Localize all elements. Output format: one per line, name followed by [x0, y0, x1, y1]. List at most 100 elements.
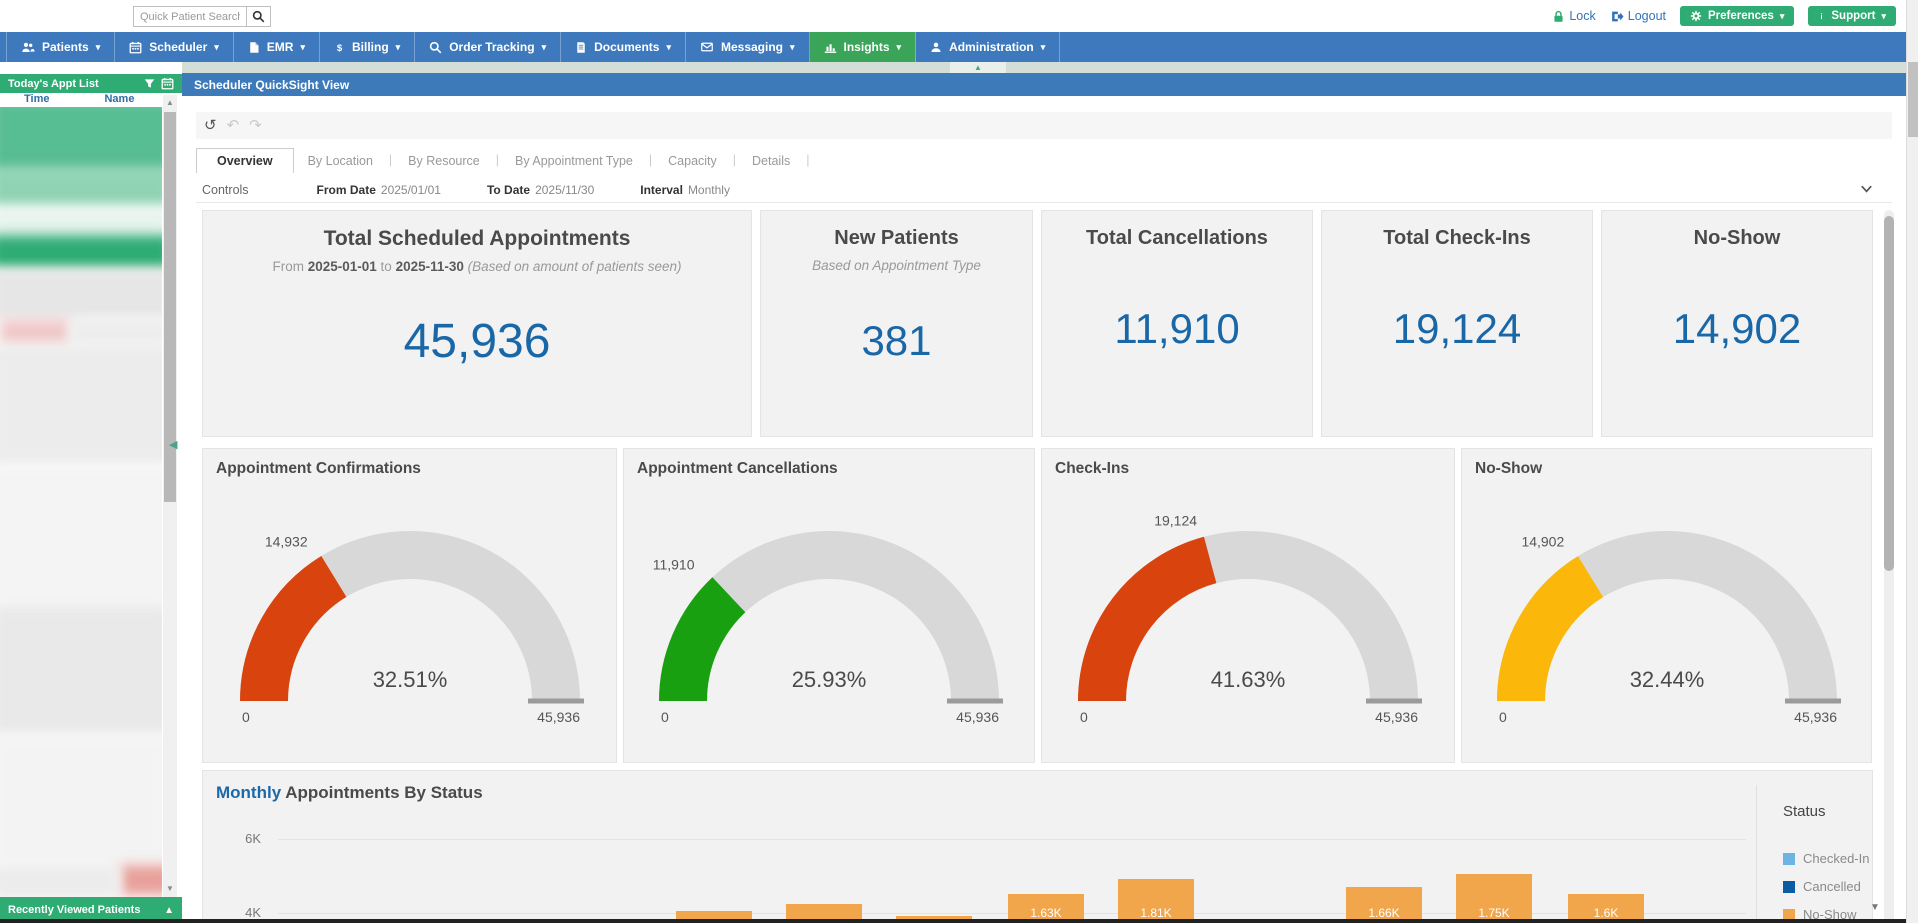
sidebar-scrollbar[interactable]: ▲ ▼ [163, 95, 177, 897]
nav-item-messaging[interactable]: Messaging▾ [686, 32, 810, 62]
nav-item-patients[interactable]: Patients▾ [6, 32, 115, 62]
search-input[interactable] [133, 6, 246, 27]
dashboard-scrollbar[interactable] [1884, 210, 1894, 923]
to-date-value[interactable]: 2025/11/30 [535, 183, 594, 197]
search-button[interactable] [246, 6, 271, 27]
appt-list-column-headers: Time Name [0, 93, 160, 107]
from-date-control[interactable]: From Date 2025/01/01 [317, 183, 441, 197]
gauge-chart: 32.51%14,932045,936 [200, 449, 620, 729]
nav-item-documents[interactable]: Documents▾ [561, 32, 686, 62]
chevron-down-icon: ▾ [790, 43, 795, 52]
interval-control[interactable]: IntervalMonthly [640, 183, 730, 197]
legend-divider [1756, 785, 1757, 923]
chart-title-interval: Monthly [216, 783, 281, 802]
quick-patient-search [133, 6, 271, 27]
scroll-down-icon[interactable]: ▼ [1870, 902, 1880, 913]
appt-list-header: Today's Appt List [0, 74, 182, 93]
search-icon [429, 41, 442, 54]
nav-item-label: Documents [594, 40, 659, 54]
nav-item-scheduler[interactable]: Scheduler▾ [115, 32, 234, 62]
controls-collapse-chevron[interactable] [1859, 181, 1874, 196]
reset-icon[interactable]: ↺ [204, 118, 217, 133]
page-scrollbar[interactable] [1906, 0, 1918, 923]
chevron-down-icon: ▾ [1881, 12, 1886, 21]
nav-item-label: Scheduler [149, 40, 207, 54]
nav-item-label: Order Tracking [449, 40, 534, 54]
tab-capacity[interactable]: Capacity [654, 149, 731, 173]
dashboard-scrollbar-thumb[interactable] [1884, 216, 1894, 571]
tab-by-location[interactable]: By Location [294, 149, 387, 173]
preferences-button[interactable]: Preferences ▾ [1680, 6, 1794, 26]
calendar-icon [129, 41, 142, 54]
chart-title: Monthly Appointments By Status [216, 783, 483, 803]
nav-item-emr[interactable]: EMR▾ [234, 32, 320, 62]
gauge-card-appointment-cancellations: Appointment Cancellations25.93%11,910045… [623, 448, 1035, 763]
calendar-icon[interactable] [161, 77, 174, 90]
logout-link[interactable]: Logout [1610, 9, 1666, 23]
document-icon [575, 41, 587, 54]
recently-viewed-label: Recently Viewed Patients [8, 904, 140, 916]
legend-label: Cancelled [1803, 879, 1861, 894]
logout-label: Logout [1628, 9, 1666, 23]
nav-item-billing[interactable]: $Billing▾ [320, 32, 415, 62]
kpi-value: 381 [861, 273, 931, 408]
chevron-up-icon: ▲ [974, 63, 982, 72]
kpi-title: New Patients [834, 227, 958, 250]
users-icon [21, 41, 35, 54]
controls-row: Controls From Date2025/01/01 To Date2025… [196, 178, 1892, 203]
kpi-title: Total Scheduled Appointments [324, 227, 631, 251]
tab-overview[interactable]: Overview [196, 148, 294, 173]
legend-swatch [1783, 881, 1795, 893]
bar-value-label: 1.75K [1456, 906, 1532, 920]
scroll-up-icon[interactable]: ▲ [163, 98, 177, 107]
redo-icon[interactable]: ↷ [249, 118, 262, 133]
interval-value[interactable]: Monthly [688, 183, 730, 197]
legend-title: Status [1783, 803, 1826, 820]
gauge-chart: 41.63%19,124045,936 [1038, 449, 1458, 729]
filter-icon[interactable] [144, 78, 155, 89]
column-name[interactable]: Name [104, 93, 134, 107]
bar-value-label: 1.66K [1346, 906, 1422, 920]
lock-link[interactable]: Lock [1552, 9, 1595, 23]
scroll-down-icon[interactable]: ▼ [163, 884, 177, 893]
svg-text:32.44%: 32.44% [1629, 667, 1704, 692]
y-axis-tick: 6K [221, 831, 261, 846]
top-bar: Lock Logout Preferences ▾ Support ▾ [0, 0, 1918, 32]
to-date-control[interactable]: To Date2025/11/30 [487, 183, 594, 197]
kpi-title: Total Check-Ins [1383, 227, 1530, 250]
gridline [278, 839, 1746, 840]
tab-by-appointment-type[interactable]: By Appointment Type [501, 149, 647, 173]
nav-item-insights[interactable]: Insights▾ [810, 32, 917, 62]
kpi-subtitle: Based on Appointment Type [812, 258, 981, 273]
page-scrollbar-thumb[interactable] [1908, 62, 1918, 137]
from-date-value[interactable]: 2025/01/01 [381, 183, 441, 197]
from-date-label: From Date [317, 183, 376, 197]
svg-text:0: 0 [1080, 709, 1088, 725]
legend-entry-checked-in[interactable]: Checked-In [1783, 851, 1869, 866]
chevron-down-icon: ▾ [1780, 12, 1785, 21]
nav-item-order-tracking[interactable]: Order Tracking▾ [415, 32, 561, 62]
sidebar-collapse-toggle[interactable]: ◀ [169, 438, 177, 451]
collapse-header-toggle[interactable]: ▲ [950, 62, 1006, 73]
svg-text:45,936: 45,936 [956, 709, 999, 725]
appt-list-content-redacted [0, 107, 162, 897]
info-icon [1818, 10, 1825, 22]
gauge-card-check-ins: Check-Ins41.63%19,124045,936 [1041, 448, 1455, 763]
bar-value-label: 1.6K [1568, 906, 1644, 920]
undo-icon[interactable]: ↶ [227, 118, 240, 133]
support-button[interactable]: Support ▾ [1808, 6, 1896, 26]
kpi-value: 14,902 [1673, 250, 1801, 408]
file-icon [248, 41, 260, 54]
kpi-card-new-patients: New Patients Based on Appointment Type381 [760, 210, 1033, 437]
view-header: Scheduler QuickSight View [182, 73, 1906, 96]
nav-item-administration[interactable]: Administration▾ [916, 32, 1060, 62]
user-icon [930, 41, 942, 54]
tab-details[interactable]: Details [738, 149, 804, 173]
appt-list-title: Today's Appt List [8, 78, 99, 90]
tab-by-resource[interactable]: By Resource [394, 149, 494, 173]
legend-entry-cancelled[interactable]: Cancelled [1783, 879, 1861, 894]
dollar-icon: $ [334, 41, 345, 54]
column-time[interactable]: Time [24, 93, 49, 107]
gauge-card-row: Appointment Confirmations32.51%14,932045… [202, 448, 1873, 763]
nav-item-label: Insights [844, 40, 890, 54]
